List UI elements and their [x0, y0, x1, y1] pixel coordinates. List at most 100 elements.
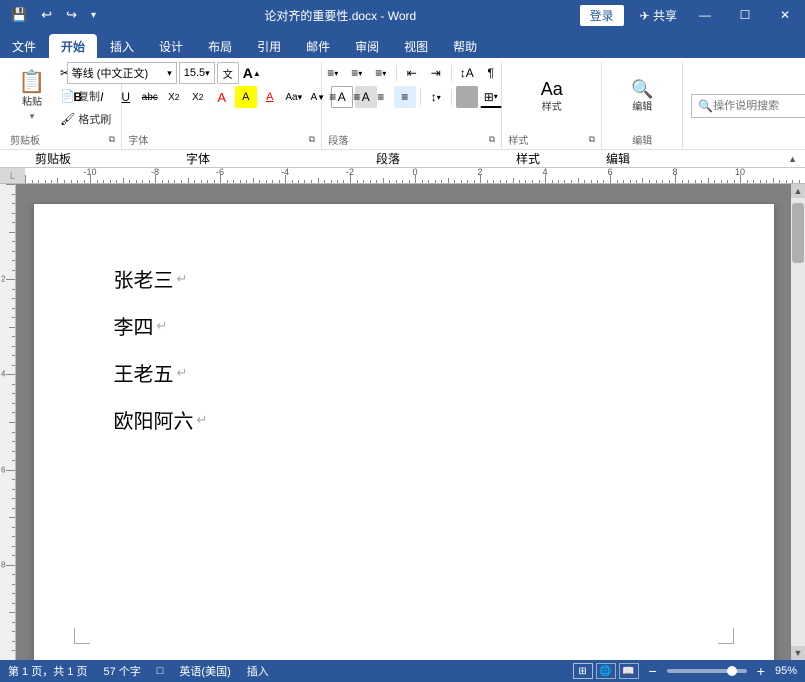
font-color-button[interactable]: A: [259, 86, 281, 108]
ribbon-collapse-icon[interactable]: ▲: [788, 154, 797, 164]
zoom-minus-button[interactable]: −: [647, 663, 659, 679]
insert-mode[interactable]: 插入: [247, 663, 269, 679]
paste-button[interactable]: 📋 粘贴 ▾: [10, 62, 54, 128]
indent-decrease-button[interactable]: ⇤: [401, 62, 423, 84]
italic-button[interactable]: I: [91, 86, 113, 108]
customize-icon[interactable]: ▾: [86, 8, 101, 23]
zoom-slider[interactable]: [667, 669, 747, 673]
ribbon-tab-插入[interactable]: 插入: [98, 34, 146, 58]
numbering-button[interactable]: ≡▾: [346, 62, 368, 84]
font-family-selector[interactable]: 等线 (中文正文) ▾: [67, 62, 177, 84]
highlight-button[interactable]: A: [235, 86, 257, 108]
main-area: 2468 张老三↵李四↵王老五↵欧阳阿六↵ ▲ ▼: [0, 184, 805, 660]
document-page[interactable]: 张老三↵ 李四↵ 王老五↵ 欧阳阿六↵: [34, 204, 774, 660]
scroll-thumb[interactable]: [792, 203, 804, 263]
ribbon-tab-开始[interactable]: 开始: [49, 34, 97, 58]
font-increase-button[interactable]: A▲: [241, 62, 263, 84]
align-center-button[interactable]: ≡: [346, 86, 368, 108]
search-area: 🔍: [682, 62, 805, 149]
ribbon-tab-视图[interactable]: 视图: [392, 34, 440, 58]
justify-button[interactable]: ≡: [394, 86, 416, 108]
line-spacing-button[interactable]: ↕▾: [425, 86, 447, 108]
horizontal-ruler: L -10-8-6-4-20246810: [0, 168, 805, 184]
editing-label: 编辑: [632, 102, 652, 114]
editing-button[interactable]: 🔍 编辑: [615, 66, 670, 126]
styles-label: 样式: [542, 102, 562, 114]
clipboard-expand-icon[interactable]: ⧉: [109, 134, 115, 145]
para-mark: ↵: [197, 412, 208, 428]
wen-button[interactable]: 文: [217, 62, 239, 84]
restore-button[interactable]: ☐: [725, 0, 765, 30]
paste-label: 粘贴: [22, 97, 42, 109]
bold-button[interactable]: B: [67, 86, 89, 108]
styles-group-label: 样式: [508, 132, 528, 147]
doc-line[interactable]: 李四↵: [114, 311, 694, 340]
document-area[interactable]: 张老三↵ 李四↵ 王老五↵ 欧阳阿六↵: [16, 184, 791, 660]
doc-line[interactable]: 王老五↵: [114, 358, 694, 387]
ribbon-tab-帮助[interactable]: 帮助: [441, 34, 489, 58]
save-icon[interactable]: 💾: [6, 5, 32, 25]
font-size-dropdown[interactable]: ▾: [205, 68, 210, 79]
title-bar-left: 💾 ↩ ↪ ▾: [0, 5, 101, 25]
multilevel-button[interactable]: ≡▾: [370, 62, 392, 84]
subscript-button[interactable]: X2: [163, 86, 185, 108]
bullets-button[interactable]: ≡▾: [322, 62, 344, 84]
ribbon-tab-设计[interactable]: 设计: [147, 34, 195, 58]
styles-expand-icon[interactable]: ⧉: [589, 134, 595, 145]
vertical-scrollbar[interactable]: ▲ ▼: [791, 184, 805, 660]
font-family-dropdown[interactable]: ▾: [167, 68, 172, 79]
paragraph-content: ≡▾ ≡▾ ≡▾ ⇤ ⇥ ↕A ¶ ≡ ≡ ≡ ≡ ↕▾: [322, 62, 502, 130]
scroll-down-button[interactable]: ▼: [791, 646, 805, 660]
zoom-level: 95%: [775, 665, 797, 677]
ribbon-tab-邮件[interactable]: 邮件: [294, 34, 342, 58]
align-left-button[interactable]: ≡: [322, 86, 344, 108]
show-para-button[interactable]: ¶: [480, 62, 502, 84]
status-left: 第 1 页，共 1 页 57 个字 □ 英语(美国) 插入: [8, 663, 269, 679]
scroll-track[interactable]: [791, 198, 805, 646]
shading-button[interactable]: [456, 86, 478, 108]
ruler-scale: -10-8-6-4-20246810: [25, 168, 805, 183]
share-button[interactable]: ✈ 共享: [632, 5, 685, 26]
ribbon-tab-审阅[interactable]: 审阅: [343, 34, 391, 58]
minimize-button[interactable]: —: [685, 0, 725, 30]
clear-format-button[interactable]: A: [211, 86, 233, 108]
border-button[interactable]: ⊞▾: [480, 86, 502, 108]
scroll-up-button[interactable]: ▲: [791, 184, 805, 198]
paste-dropdown[interactable]: ▾: [30, 111, 35, 122]
font-expand-icon[interactable]: ⧉: [309, 134, 315, 145]
ribbon-tab-布局[interactable]: 布局: [196, 34, 244, 58]
web-view-button[interactable]: 🌐: [596, 663, 616, 679]
proof-icon[interactable]: □: [157, 665, 164, 677]
styles-button[interactable]: Aa 样式: [522, 66, 582, 126]
close-button[interactable]: ✕: [765, 0, 805, 30]
strikethrough-button[interactable]: abc: [139, 86, 161, 108]
login-button[interactable]: 登录: [580, 5, 624, 26]
ribbon-tab-引用[interactable]: 引用: [245, 34, 293, 58]
zoom-plus-button[interactable]: +: [755, 663, 767, 679]
indent-increase-button[interactable]: ⇥: [425, 62, 447, 84]
search-box-wrapper[interactable]: 🔍: [691, 94, 805, 118]
status-right: ⊞ 🌐 📖 − + 95%: [573, 663, 797, 679]
font-row1: 等线 (中文正文) ▾ 15.5 ▾ 文 A▲: [67, 62, 263, 84]
change-case-button[interactable]: Aa▾: [283, 86, 305, 108]
align-right-button[interactable]: ≡: [370, 86, 392, 108]
search-input[interactable]: [713, 100, 803, 112]
status-bar: 第 1 页，共 1 页 57 个字 □ 英语(美国) 插入 ⊞ 🌐 📖 − + …: [0, 660, 805, 682]
doc-line[interactable]: 欧阳阿六↵: [114, 405, 694, 434]
read-view-button[interactable]: 📖: [619, 663, 639, 679]
redo-icon[interactable]: ↪: [61, 5, 82, 25]
font-increase-icon: A: [243, 65, 253, 81]
print-view-button[interactable]: ⊞: [573, 663, 593, 679]
clipboard-label: 剪贴板: [10, 132, 40, 147]
document-lines: 张老三↵ 李四↵ 王老五↵ 欧阳阿六↵: [114, 264, 694, 434]
undo-icon[interactable]: ↩: [36, 5, 57, 25]
doc-line[interactable]: 张老三↵: [114, 264, 694, 293]
title-bar-title: 论对齐的重要性.docx - Word: [101, 7, 580, 24]
paragraph-expand-icon[interactable]: ⧉: [489, 134, 495, 145]
title-bar: 💾 ↩ ↪ ▾ 论对齐的重要性.docx - Word 登录 ✈ 共享 — ☐ …: [0, 0, 805, 30]
underline-button[interactable]: U: [115, 86, 137, 108]
ribbon-tab-文件[interactable]: 文件: [0, 34, 48, 58]
font-size-selector[interactable]: 15.5 ▾: [179, 62, 215, 84]
sort-button[interactable]: ↕A: [456, 62, 478, 84]
superscript-button[interactable]: X2: [187, 86, 209, 108]
